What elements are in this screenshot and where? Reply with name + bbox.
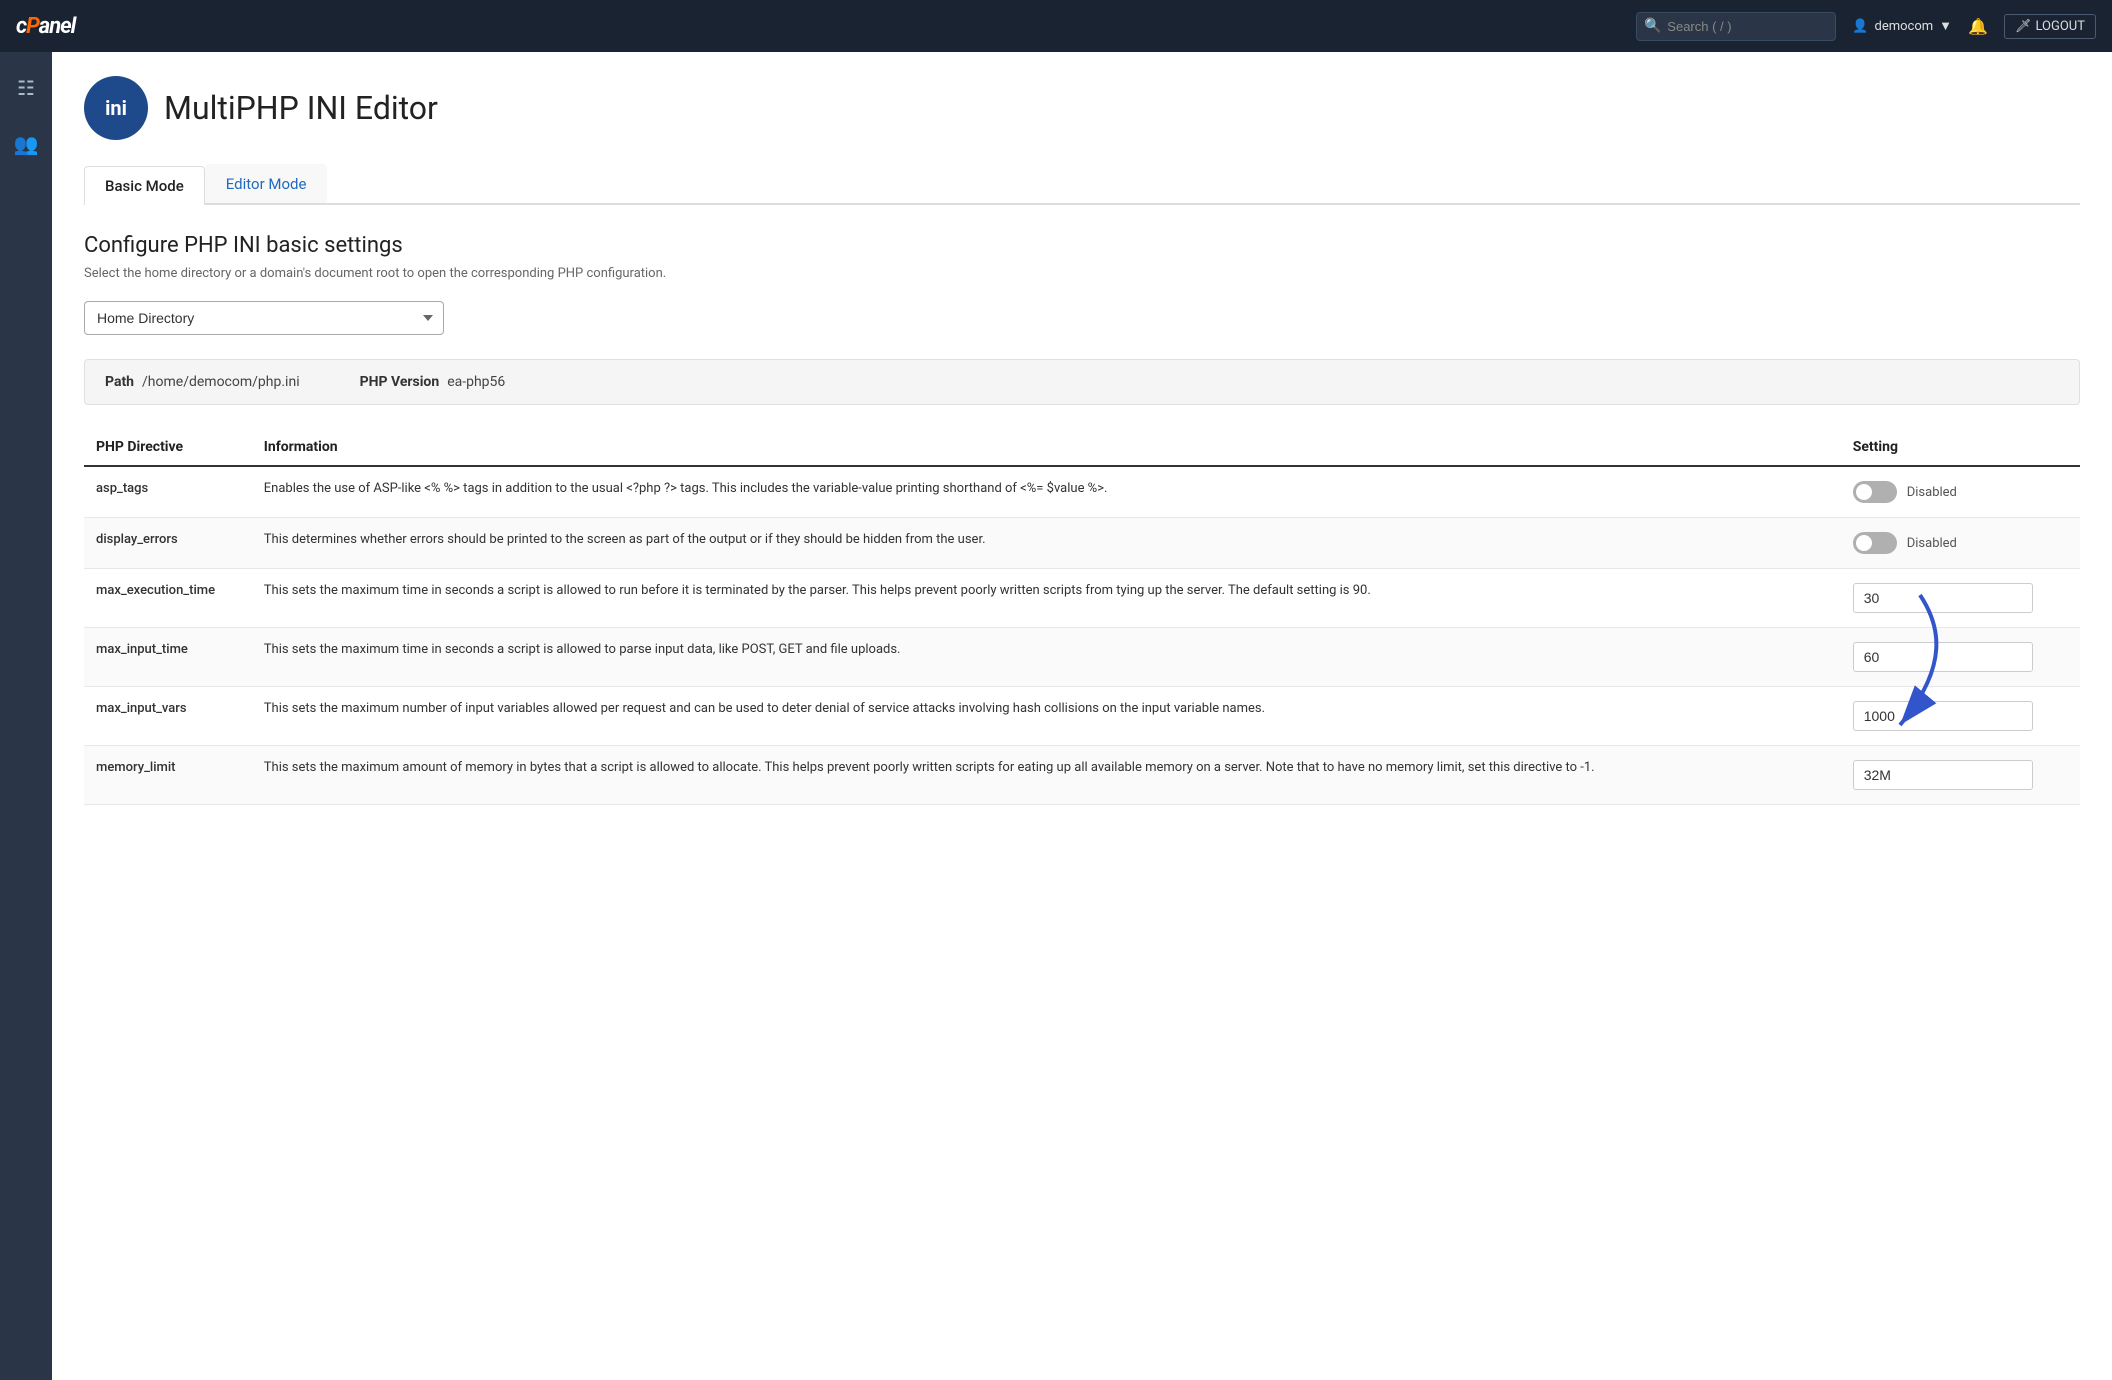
brand-logo: cPanel [16,14,75,39]
setting-cell [1841,687,2080,746]
page-icon-text: ini [105,96,127,120]
directory-select-wrapper: Home Directory [84,301,444,335]
directive-cell: max_execution_time [84,569,252,628]
notifications-bell[interactable]: 🔔 [1968,17,1988,36]
directory-select[interactable]: Home Directory [84,301,444,335]
toggle-asp_tags[interactable] [1853,481,1897,503]
sidebar-users-icon[interactable]: 👥 [6,124,47,164]
setting-cell [1841,746,2080,805]
user-icon: 👤 [1852,19,1868,34]
directive-cell: max_input_time [84,628,252,687]
search-wrapper: 🔍 [1636,12,1836,41]
path-label: Path [105,374,134,390]
input-max_input_vars[interactable] [1853,701,2033,731]
php-version-label: PHP Version [360,374,440,390]
directive-cell: max_input_vars [84,687,252,746]
tab-editor-mode[interactable]: Editor Mode [205,164,328,203]
toggle-label-display_errors: Disabled [1907,536,1957,551]
sidebar: ☷ 👥 [0,52,52,1380]
directive-cell: memory_limit [84,746,252,805]
info-cell: Enables the use of ASP-like <% %> tags i… [252,466,1841,518]
path-value: /home/democom/php.ini [142,374,300,390]
col-header-information: Information [252,429,1841,466]
col-header-setting: Setting [1841,429,2080,466]
col-header-directive: PHP Directive [84,429,252,466]
search-input[interactable] [1636,12,1836,41]
input-max_input_time[interactable] [1853,642,2033,672]
table-row: asp_tagsEnables the use of ASP-like <% %… [84,466,2080,518]
table-row: max_input_timeThis sets the maximum time… [84,628,2080,687]
chevron-down-icon: ▼ [1939,18,1952,34]
toggle-label-asp_tags: Disabled [1907,485,1957,500]
setting-cell: Disabled [1841,518,2080,569]
table-row: max_execution_timeThis sets the maximum … [84,569,2080,628]
path-info: Path /home/democom/php.ini [105,374,300,390]
setting-cell [1841,569,2080,628]
info-cell: This determines whether errors should be… [252,518,1841,569]
logout-label: LOGOUT [2035,19,2085,34]
page-title: MultiPHP INI Editor [164,89,438,127]
php-version-value: ea-php56 [447,374,505,390]
search-icon: 🔍 [1644,18,1661,34]
info-bar: Path /home/democom/php.ini PHP Version e… [84,359,2080,405]
info-cell: This sets the maximum number of input va… [252,687,1841,746]
logout-button[interactable]: 🗡 LOGOUT [2004,14,2096,39]
table-row: max_input_varsThis sets the maximum numb… [84,687,2080,746]
info-cell: This sets the maximum amount of memory i… [252,746,1841,805]
php-directives-table: PHP Directive Information Setting asp_ta… [84,429,2080,805]
table-header-row: PHP Directive Information Setting [84,429,2080,466]
info-cell: This sets the maximum time in seconds a … [252,628,1841,687]
section-title: Configure PHP INI basic settings [84,233,2080,258]
section-description: Select the home directory or a domain's … [84,266,2080,281]
table-row: memory_limitThis sets the maximum amount… [84,746,2080,805]
php-version-info: PHP Version ea-php56 [360,374,506,390]
tab-basic-mode[interactable]: Basic Mode [84,166,205,205]
navbar: cPanel 🔍 👤 democom ▼ 🔔 🗡 LOGOUT [0,0,2112,52]
user-menu[interactable]: 👤 democom ▼ [1852,18,1952,34]
tabs-container: Basic Mode Editor Mode [84,164,2080,205]
php-directives-table-wrapper: PHP Directive Information Setting asp_ta… [84,429,2080,805]
page-icon: ini [84,76,148,140]
table-row: display_errorsThis determines whether er… [84,518,2080,569]
input-max_execution_time[interactable] [1853,583,2033,613]
logout-icon: 🗡 [2015,19,2032,34]
directive-cell: asp_tags [84,466,252,518]
page-header: ini MultiPHP INI Editor [84,76,2080,140]
username-label: democom [1874,19,1933,34]
sidebar-grid-icon[interactable]: ☷ [9,68,43,108]
toggle-display_errors[interactable] [1853,532,1897,554]
main-content: ini MultiPHP INI Editor Basic Mode Edito… [52,52,2112,1380]
input-memory_limit[interactable] [1853,760,2033,790]
setting-cell [1841,628,2080,687]
setting-cell: Disabled [1841,466,2080,518]
info-cell: This sets the maximum time in seconds a … [252,569,1841,628]
directive-cell: display_errors [84,518,252,569]
